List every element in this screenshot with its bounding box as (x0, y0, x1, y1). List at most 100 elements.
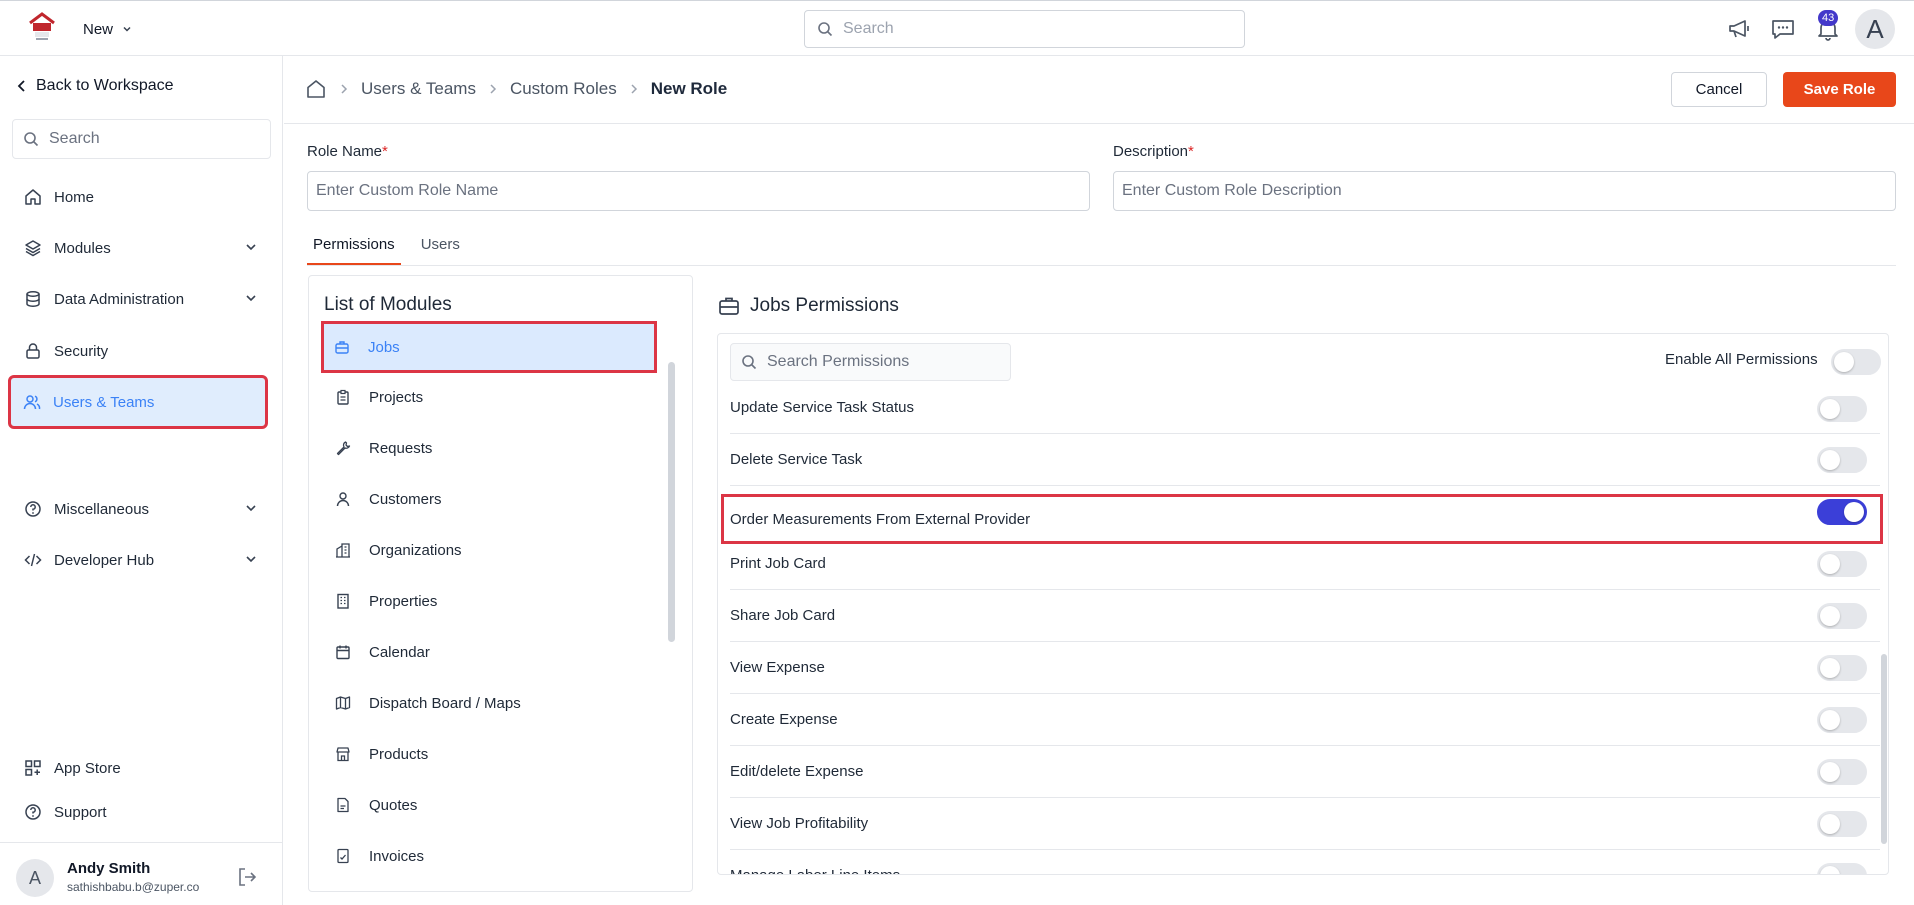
permissions-title: Jobs Permissions (718, 295, 899, 317)
sidebar-item-label: Developer Hub (54, 551, 155, 569)
permissions-search-box[interactable] (730, 343, 1011, 381)
sidebar-item-security[interactable]: Security (12, 329, 264, 373)
sidebar-item-support[interactable]: Support (12, 790, 264, 834)
module-item-dispatch-board-maps[interactable]: Dispatch Board / Maps (325, 681, 653, 725)
tab-users[interactable]: Users (415, 230, 466, 265)
module-item-quotes[interactable]: Quotes (325, 783, 653, 827)
sidebar-item-home[interactable]: Home (12, 175, 264, 219)
chat-icon[interactable] (1770, 16, 1796, 42)
user-profile: A Andy Smith sathishbabu.b@zuper.co (0, 842, 283, 905)
global-search-box[interactable] (804, 10, 1245, 48)
module-item-properties[interactable]: Properties (325, 579, 653, 623)
permission-row: Manage Labor Line Items (730, 850, 1880, 874)
module-item-organizations[interactable]: Organizations (325, 528, 653, 572)
permission-toggle[interactable] (1817, 655, 1867, 681)
sidebar-item-label: Security (54, 342, 109, 360)
cancel-button[interactable]: Cancel (1671, 72, 1767, 107)
sidebar-item-modules[interactable]: Modules (12, 226, 264, 270)
back-to-workspace-link[interactable]: Back to Workspace (16, 77, 174, 95)
module-item-requests[interactable]: Requests (325, 426, 653, 470)
permission-toggle[interactable] (1817, 551, 1867, 577)
permission-toggle[interactable] (1817, 396, 1867, 422)
sidebar-item-label: Users & Teams (53, 393, 155, 411)
modules-scrollbar[interactable] (668, 362, 675, 642)
module-item-label: Invoices (369, 847, 425, 865)
sidebar-item-developer-hub[interactable]: Developer Hub (12, 538, 264, 582)
avatar[interactable]: A (1855, 9, 1895, 49)
breadcrumb-users-teams[interactable]: Users & Teams (361, 79, 476, 99)
module-item-calendar[interactable]: Calendar (325, 630, 653, 674)
sidebar-item-users-teams[interactable]: Users & Teams (8, 375, 268, 429)
briefcase-icon (718, 296, 740, 316)
module-item-label: Projects (369, 388, 424, 406)
new-dropdown-button[interactable]: New (83, 17, 133, 41)
permissions-scrollbar[interactable] (1881, 654, 1887, 844)
module-item-invoices[interactable]: Invoices (325, 834, 653, 878)
permission-toggle[interactable] (1817, 811, 1867, 837)
chevron-down-icon (244, 501, 258, 515)
module-item-projects[interactable]: Projects (325, 375, 653, 419)
logout-icon[interactable] (236, 866, 258, 888)
chevron-right-icon (629, 83, 639, 95)
module-item-label: Quotes (369, 796, 418, 814)
permission-toggle[interactable] (1817, 707, 1867, 733)
breadcrumb-current: New Role (650, 79, 728, 98)
module-item-label: Calendar (369, 643, 430, 661)
permission-label: Create Expense (730, 711, 838, 728)
enable-all-toggle[interactable] (1831, 349, 1881, 375)
chevron-down-icon (244, 240, 258, 254)
search-icon (741, 354, 757, 370)
store-icon (335, 746, 351, 762)
search-icon (817, 21, 833, 37)
module-item-label: Organizations (369, 541, 462, 559)
description-label-text: Description (1113, 143, 1189, 160)
code-icon (24, 551, 42, 569)
module-item-label: Dispatch Board / Maps (369, 694, 521, 712)
help-circle-icon (24, 500, 42, 518)
permission-toggle-order-measurements[interactable] (1817, 499, 1867, 525)
permission-label: Delete Service Task (730, 451, 863, 468)
permission-label: Edit/delete Expense (730, 763, 864, 780)
permission-toggle[interactable] (1817, 863, 1867, 874)
sidebar-item-label: Home (54, 188, 95, 206)
permission-label: Manage Labor Line Items (730, 867, 900, 874)
users-icon (23, 393, 41, 411)
module-item-products[interactable]: Products (325, 732, 653, 776)
modules-title: List of Modules (324, 294, 452, 315)
sidebar-search-input[interactable] (49, 130, 249, 148)
required-mark: * (1188, 143, 1194, 160)
chevron-left-icon (16, 79, 28, 93)
chevron-down-icon (244, 552, 258, 566)
permissions-search-input[interactable] (767, 353, 997, 371)
permission-toggle[interactable] (1817, 603, 1867, 629)
role-name-input[interactable] (307, 171, 1090, 211)
tab-permissions[interactable]: Permissions (307, 230, 401, 265)
sidebar-item-app-store[interactable]: App Store (12, 746, 264, 790)
sidebar-item-data-administration[interactable]: Data Administration (12, 277, 264, 321)
permission-toggle[interactable] (1817, 447, 1867, 473)
global-search-input[interactable] (843, 20, 1223, 38)
description-input[interactable] (1113, 171, 1896, 211)
megaphone-icon[interactable] (1726, 16, 1752, 42)
sidebar-item-miscellaneous[interactable]: Miscellaneous (12, 487, 264, 531)
zuper-logo[interactable] (26, 11, 58, 43)
save-role-button[interactable]: Save Role (1783, 72, 1896, 107)
avatar[interactable]: A (16, 859, 54, 897)
permission-toggle[interactable] (1817, 759, 1867, 785)
permission-label: Share Job Card (730, 607, 836, 624)
module-item-label: Jobs (368, 338, 400, 356)
sidebar-search-box[interactable] (12, 119, 271, 159)
breadcrumb-custom-roles[interactable]: Custom Roles (510, 79, 617, 99)
user-name: Andy Smith (67, 860, 151, 877)
tab-bar: Permissions Users (307, 230, 480, 265)
enable-all-label: Enable All Permissions (1665, 351, 1818, 368)
tabs-divider (307, 265, 1896, 266)
module-item-customers[interactable]: Customers (325, 477, 653, 521)
home-icon[interactable] (305, 78, 327, 100)
permissions-panel: Enable All Permissions Update Service Ta… (717, 333, 1889, 875)
user-email: sathishbabu.b@zuper.co (67, 880, 200, 894)
module-item-jobs[interactable]: Jobs (321, 321, 657, 373)
database-icon (24, 290, 42, 308)
module-item-label: Products (369, 745, 429, 763)
sidebar-item-label: App Store (54, 759, 121, 777)
